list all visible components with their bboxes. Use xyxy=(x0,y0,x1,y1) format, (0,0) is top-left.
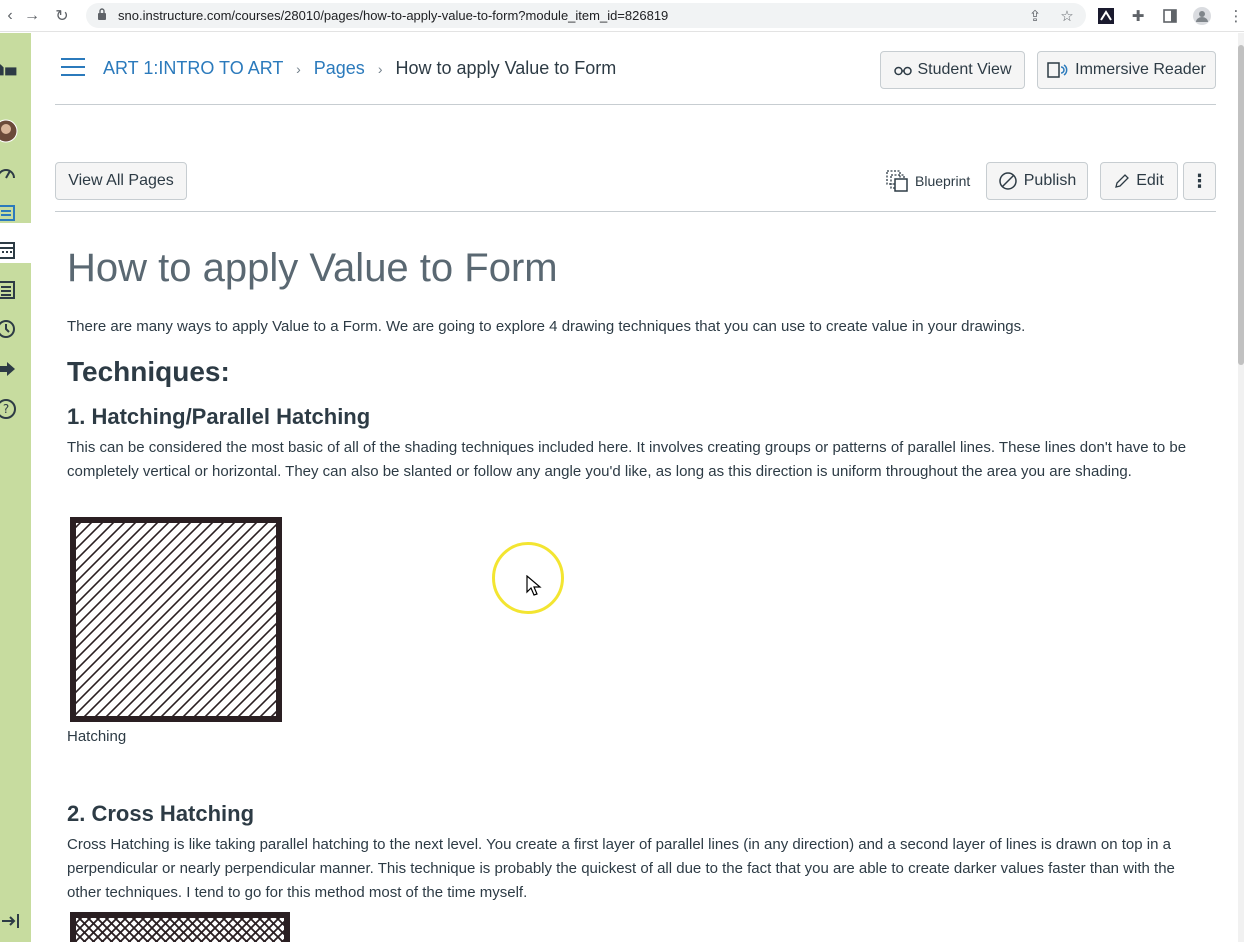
blueprint-icon xyxy=(886,170,908,192)
more-options-button[interactable]: ⋮ xyxy=(1183,162,1216,200)
mouse-pointer-icon xyxy=(526,575,542,596)
toolbar-divider xyxy=(55,211,1216,212)
forward-icon[interactable]: → xyxy=(22,6,42,26)
star-icon[interactable]: ☆ xyxy=(1057,6,1077,26)
hatching-caption: Hatching xyxy=(67,728,127,745)
section-heading-hatching: 1. Hatching/Parallel Hatching xyxy=(67,404,371,429)
help-icon[interactable]: ? xyxy=(0,397,18,421)
header-divider xyxy=(55,104,1216,105)
unpublished-icon xyxy=(999,172,1017,190)
hatching-example-image xyxy=(70,517,282,722)
breadcrumb-pages-link[interactable]: Pages xyxy=(314,58,365,78)
breadcrumb-course-link[interactable]: ART 1:INTRO TO ART xyxy=(103,58,283,78)
inbox-icon[interactable] xyxy=(0,278,18,302)
back-icon[interactable]: ‹ xyxy=(0,6,20,26)
glasses-icon xyxy=(893,66,912,76)
browser-toolbar: ‹ → ↻ sno.instructure.com/courses/28010/… xyxy=(0,0,1244,32)
pencil-icon xyxy=(1115,174,1130,188)
immersive-reader-label: Immersive Reader xyxy=(1075,61,1206,78)
course-menu-toggle[interactable] xyxy=(61,58,85,78)
breadcrumb: ART 1:INTRO TO ART › Pages › How to appl… xyxy=(103,58,616,79)
publish-button[interactable]: Publish xyxy=(986,162,1088,200)
calendar-icon[interactable] xyxy=(0,238,18,262)
global-navigation: ? xyxy=(0,33,31,942)
blueprint-label: Blueprint xyxy=(915,173,971,189)
view-all-pages-label: View All Pages xyxy=(68,172,174,189)
page-scrollbar[interactable] xyxy=(1238,33,1244,942)
immersive-reader-button[interactable]: Immersive Reader xyxy=(1037,51,1216,89)
url-text: sno.instructure.com/courses/28010/pages/… xyxy=(118,8,669,23)
lock-icon xyxy=(98,8,106,20)
section-body-hatching: This can be considered the most basic of… xyxy=(67,439,1187,480)
student-view-label: Student View xyxy=(917,61,1012,78)
svg-text:?: ? xyxy=(3,402,9,416)
edit-label: Edit xyxy=(1136,172,1164,189)
cross-hatching-example-image xyxy=(70,912,290,942)
section-body-cross-hatching: Cross Hatching is like taking parallel h… xyxy=(67,836,1175,901)
scrollbar-thumb[interactable] xyxy=(1238,45,1244,365)
account-avatar-icon[interactable] xyxy=(0,119,18,143)
reload-icon[interactable]: ↻ xyxy=(52,6,72,26)
courses-icon[interactable] xyxy=(0,201,18,225)
commons-icon[interactable] xyxy=(0,357,18,381)
intro-paragraph: There are many ways to apply Value to a … xyxy=(67,318,1026,335)
school-logo-icon[interactable] xyxy=(0,57,18,81)
edit-button[interactable]: Edit xyxy=(1100,162,1178,200)
blueprint-indicator[interactable]: Blueprint xyxy=(886,170,970,192)
techniques-heading: Techniques: xyxy=(67,356,230,387)
collapse-nav-icon[interactable] xyxy=(0,910,22,932)
more-menu-icon[interactable]: ⋮ xyxy=(1226,6,1244,26)
publish-label: Publish xyxy=(1023,172,1077,189)
profile-icon[interactable] xyxy=(1192,6,1212,26)
student-view-button[interactable]: Student View xyxy=(880,51,1025,89)
immersive-reader-icon xyxy=(1047,62,1068,78)
page-title: How to apply Value to Form xyxy=(67,246,558,290)
dashboard-icon[interactable] xyxy=(0,161,18,185)
share-icon[interactable]: ⇪ xyxy=(1025,6,1045,26)
sidepanel-icon[interactable] xyxy=(1160,6,1180,26)
breadcrumb-current: How to apply Value to Form xyxy=(395,58,617,78)
section-heading-cross-hatching: 2. Cross Hatching xyxy=(67,801,255,826)
puzzle-icon[interactable]: ✚ xyxy=(1128,6,1148,26)
kebab-menu-icon: ⋮ xyxy=(1190,170,1209,191)
extension-app-icon[interactable] xyxy=(1096,6,1116,26)
history-icon[interactable] xyxy=(0,317,18,341)
chevron-right-icon: › xyxy=(377,61,383,77)
chevron-right-icon: › xyxy=(296,61,301,77)
view-all-pages-button[interactable]: View All Pages xyxy=(55,162,187,200)
